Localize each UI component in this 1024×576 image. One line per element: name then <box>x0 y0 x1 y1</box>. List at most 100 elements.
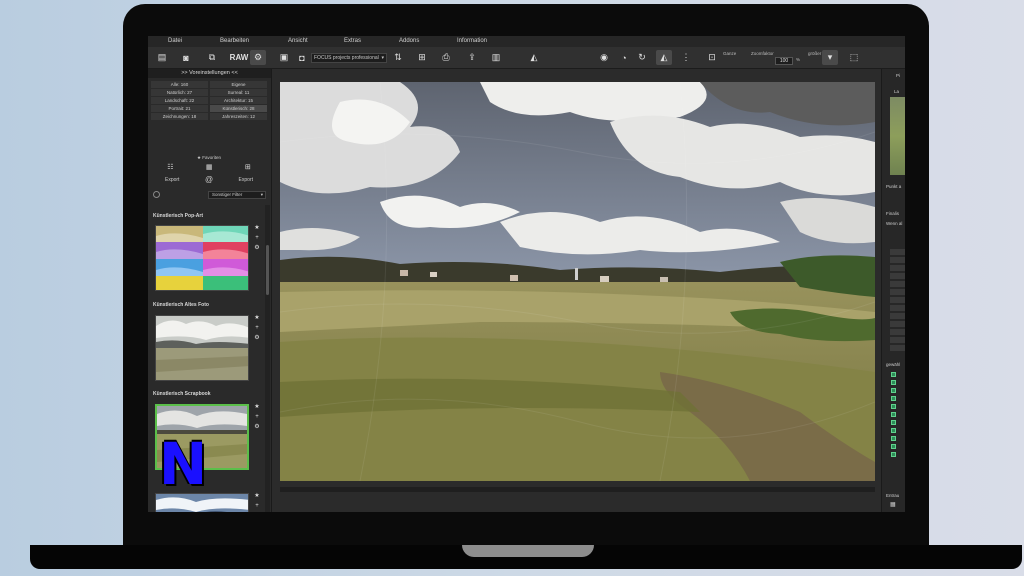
category-seasons[interactable]: Jahreszeiten: 12 <box>210 113 267 120</box>
category-architecture[interactable]: Architektur: 15 <box>210 97 267 104</box>
panel-tab-label[interactable]: Pi <box>896 73 900 78</box>
panel-row[interactable] <box>890 249 905 255</box>
plus-icon[interactable]: + <box>253 501 261 511</box>
crop-icon[interactable]: ⊡ <box>704 50 720 65</box>
grid-icon[interactable]: ▦ <box>890 501 896 508</box>
layer-checkbox[interactable] <box>891 396 896 401</box>
settings-icon[interactable]: ⚙ <box>253 243 261 253</box>
panel-row[interactable] <box>890 273 905 279</box>
navigator-thumbnail[interactable] <box>890 97 905 175</box>
share-icon[interactable]: ⇪ <box>464 50 480 65</box>
category-surreal[interactable]: Surreal: 11 <box>210 89 267 96</box>
layer-checkbox[interactable] <box>891 444 896 449</box>
panel-row[interactable] <box>890 329 905 335</box>
select-icon[interactable]: ⊞ <box>414 50 430 65</box>
preset-thumbnail-pop-art[interactable] <box>155 225 249 291</box>
category-own[interactable]: Eigene <box>210 81 267 88</box>
grid-view-icon[interactable]: ▦ <box>206 163 213 173</box>
compare-icon[interactable]: ◔ <box>616 50 632 65</box>
category-landscape[interactable]: Landschaft: 22 <box>151 97 208 104</box>
split-view-icon[interactable]: ⋮ <box>678 50 694 65</box>
menu-extras[interactable]: Extras <box>344 38 361 44</box>
category-portrait[interactable]: Portrait: 21 <box>151 105 208 112</box>
panel-row[interactable] <box>890 265 905 271</box>
panel-row[interactable] <box>890 305 905 311</box>
panel-row[interactable] <box>890 337 905 343</box>
preset-project-select[interactable]: FOCUS projects professional ▾ <box>311 53 387 63</box>
layer-checkbox[interactable] <box>891 436 896 441</box>
menu-information[interactable]: Information <box>457 38 487 44</box>
star-icon[interactable]: ★ <box>253 491 261 501</box>
zoom-input[interactable]: 100 <box>775 57 793 65</box>
batch-icon[interactable]: ⚙ <box>250 50 266 65</box>
menu-file[interactable]: Datei <box>168 38 182 44</box>
zoom-slider-icon[interactable]: ▾ <box>822 50 838 65</box>
preset-list-scrollbar[interactable] <box>265 205 270 512</box>
main-image-preview[interactable] <box>280 82 875 481</box>
preview-horizontal-scrollbar[interactable] <box>280 487 875 492</box>
settings-icon[interactable]: ⚙ <box>253 422 261 432</box>
layers-icon[interactable]: ⇅ <box>390 50 406 65</box>
open-file-icon[interactable]: ▤ <box>154 50 170 65</box>
star-icon[interactable]: ★ <box>253 313 261 323</box>
panel-row[interactable] <box>890 281 905 287</box>
favorites-toggle[interactable]: ★ Favoriten <box>151 155 267 161</box>
rotate-icon[interactable]: ↻ <box>634 50 650 65</box>
panel-row[interactable] <box>890 297 905 303</box>
presets-header[interactable]: >> Voreinstellungen << <box>148 69 271 78</box>
panel-row[interactable] <box>890 321 905 327</box>
star-icon[interactable]: ★ <box>253 402 261 412</box>
preset-thumbnail-old-photo[interactable] <box>155 315 249 381</box>
layer-checkbox[interactable] <box>891 380 896 385</box>
panel-row[interactable] <box>890 313 905 319</box>
layer-checkbox[interactable] <box>891 412 896 417</box>
settings-icon[interactable]: ⚙ <box>253 333 261 343</box>
laptop-notch <box>462 545 594 557</box>
plus-icon[interactable]: + <box>253 323 261 333</box>
layer-checkbox[interactable] <box>891 372 896 377</box>
plus-icon[interactable]: + <box>253 412 261 422</box>
layer-checkbox[interactable] <box>891 388 896 393</box>
panel-row[interactable] <box>890 289 905 295</box>
search-icon[interactable] <box>153 191 160 198</box>
layer-checkbox[interactable] <box>891 428 896 433</box>
app-window: Datei Bearbeiten Ansicht Extras Addons I… <box>148 36 905 512</box>
layer-checkbox[interactable] <box>891 404 896 409</box>
layer-checkbox[interactable] <box>891 452 896 457</box>
layer-checkbox[interactable] <box>891 420 896 425</box>
fullscreen-icon[interactable]: ⬚ <box>846 50 862 65</box>
menu-edit[interactable]: Bearbeiten <box>220 38 249 44</box>
export-button[interactable]: Export <box>165 177 179 186</box>
histogram-icon[interactable]: ◭ <box>526 50 542 65</box>
category-drawings[interactable]: Zeichnungen: 18 <box>151 113 208 120</box>
copy-icon[interactable]: ⧉ <box>204 50 220 65</box>
star-icon[interactable]: ★ <box>253 223 261 233</box>
menu-view[interactable]: Ansicht <box>288 38 308 44</box>
save-icon[interactable]: ▣ <box>276 50 292 65</box>
at-icon[interactable]: @ <box>205 175 213 186</box>
denoise-label: Entrau <box>886 493 900 498</box>
mirror-icon[interactable]: ◭ <box>656 50 672 65</box>
menu-addons[interactable]: Addons <box>399 38 419 44</box>
preset-side-actions: ★ + <box>253 491 261 511</box>
point-label: Punkt a <box>886 184 902 189</box>
category-all[interactable]: Alle: 160 <box>151 81 208 88</box>
filter-row: Sonstiger Filter ▾ <box>151 190 267 199</box>
import-button[interactable]: Export <box>239 177 253 186</box>
raw-button[interactable]: RAW <box>230 50 249 65</box>
category-artistic[interactable]: Künstlerisch: 28 <box>210 105 267 112</box>
open-image-icon[interactable]: ◙ <box>178 50 194 65</box>
add-preset-icon[interactable]: ⊞ <box>245 163 251 173</box>
print-icon[interactable]: ⎙ <box>438 50 454 65</box>
preset-side-actions: ★ + ⚙ <box>253 313 261 343</box>
panel-row[interactable] <box>890 345 905 351</box>
delete-icon[interactable]: ▥ <box>488 50 504 65</box>
category-natural[interactable]: Natürlich: 27 <box>151 89 208 96</box>
panel-row[interactable] <box>890 257 905 263</box>
plus-icon[interactable]: + <box>253 233 261 243</box>
toolbar: ▤ ◙ ⧉ RAW ⚙ ▣ ◘ FOCUS projects professio… <box>148 47 905 69</box>
list-view-icon[interactable]: ☷ <box>167 163 173 173</box>
camera-icon[interactable]: ◘ <box>294 50 310 65</box>
eye-icon[interactable]: ◉ <box>596 50 612 65</box>
filter-select[interactable]: Sonstiger Filter ▾ <box>208 191 266 199</box>
